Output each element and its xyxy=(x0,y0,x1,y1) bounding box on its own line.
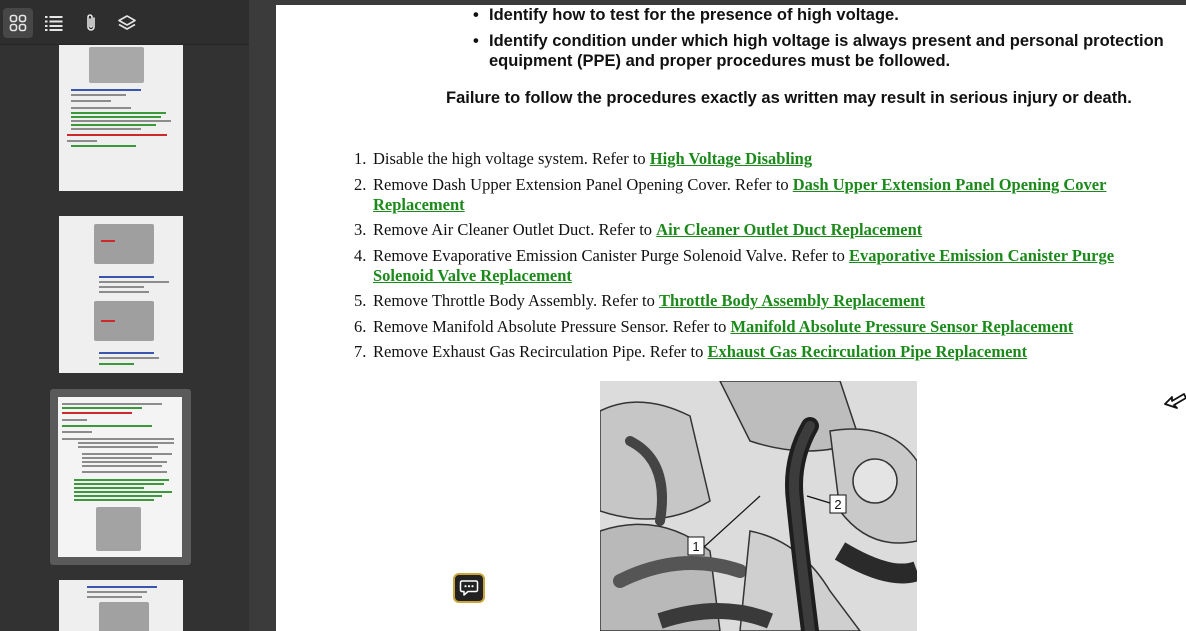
thumbnails-icon xyxy=(9,14,27,32)
procedure-step-1: 1. Disable the high voltage system. Refe… xyxy=(354,149,1154,169)
step-text: Remove Air Cleaner Outlet Duct. Refer to xyxy=(373,220,657,239)
comment-button[interactable] xyxy=(453,573,485,603)
procedure-step-3: 3. Remove Air Cleaner Outlet Duct. Refer… xyxy=(354,220,1154,240)
step-text: Remove Throttle Body Assembly. Refer to xyxy=(373,291,659,310)
step-text: Remove Manifold Absolute Pressure Sensor… xyxy=(373,316,731,336)
page-thumbnail-4[interactable] xyxy=(59,580,183,631)
step-text: Disable the high voltage system. Refer t… xyxy=(373,149,650,168)
thumbnail-sidebar xyxy=(0,0,249,631)
layers-view-button[interactable] xyxy=(112,8,142,38)
step-text: Remove Evaporative Emission Canister Pur… xyxy=(373,245,849,265)
page-thumbnail-3-image xyxy=(58,397,182,557)
thumbnail-list xyxy=(0,45,249,631)
step-number: 2. xyxy=(354,174,367,194)
document-page: Identify how to test for the presence of… xyxy=(276,5,1186,631)
procedure-step-7: 7. Remove Exhaust Gas Recirculation Pipe… xyxy=(354,342,1154,362)
step-number: 3. xyxy=(354,220,367,239)
comment-icon xyxy=(459,580,479,596)
objective-item: Identify how to test for the presence of… xyxy=(473,5,1173,25)
step-link[interactable]: Exhaust Gas Recirculation Pipe Replaceme… xyxy=(708,342,1028,361)
attachments-view-button[interactable] xyxy=(76,8,106,38)
callout-2: 2 xyxy=(834,497,841,512)
procedure-step-6: 6. Remove Manifold Absolute Pressure Sen… xyxy=(354,317,1154,337)
warning-text: Failure to follow the procedures exactly… xyxy=(446,89,1132,107)
viewer-gutter xyxy=(249,0,276,631)
step-link[interactable]: Throttle Body Assembly Replacement xyxy=(659,291,925,310)
sidebar-toolbar xyxy=(0,0,249,45)
page-thumbnail-1[interactable] xyxy=(59,45,183,191)
step-link[interactable]: Air Cleaner Outlet Duct Replacement xyxy=(656,220,922,239)
objective-item: Identify condition under which high volt… xyxy=(473,31,1173,71)
attachments-icon xyxy=(87,14,95,31)
procedure-step-2: 2. Remove Dash Upper Extension Panel Ope… xyxy=(354,175,1154,215)
objectives-list: Identify how to test for the presence of… xyxy=(473,5,1173,77)
step-number: 7. xyxy=(354,342,367,361)
outline-icon xyxy=(45,16,63,31)
thumbnails-view-button[interactable] xyxy=(3,8,33,38)
outline-view-button[interactable] xyxy=(39,8,69,38)
procedure-step-4: 4. Remove Evaporative Emission Canister … xyxy=(354,246,1154,286)
procedure-step-5: 5. Remove Throttle Body Assembly. Refer … xyxy=(354,291,1154,311)
page-thumbnail-3-selected[interactable] xyxy=(50,389,191,565)
callout-1: 1 xyxy=(692,539,699,554)
step-text: Remove Exhaust Gas Recirculation Pipe. R… xyxy=(373,342,708,361)
front-direction-arrow-icon xyxy=(1164,393,1186,409)
layers-icon xyxy=(118,15,136,30)
step-number: 6. xyxy=(354,316,367,336)
step-link[interactable]: High Voltage Disabling xyxy=(650,149,812,168)
page-thumbnail-2[interactable] xyxy=(59,216,183,373)
step-link[interactable]: Manifold Absolute Pressure Sensor Replac… xyxy=(730,317,1073,336)
step-number: 1. xyxy=(354,149,367,168)
step-number: 5. xyxy=(354,291,367,310)
engine-illustration: 1 2 xyxy=(600,381,917,631)
step-number: 4. xyxy=(354,245,367,265)
step-text: Remove Dash Upper Extension Panel Openin… xyxy=(373,174,793,194)
procedure-steps: 1. Disable the high voltage system. Refe… xyxy=(354,149,1154,368)
